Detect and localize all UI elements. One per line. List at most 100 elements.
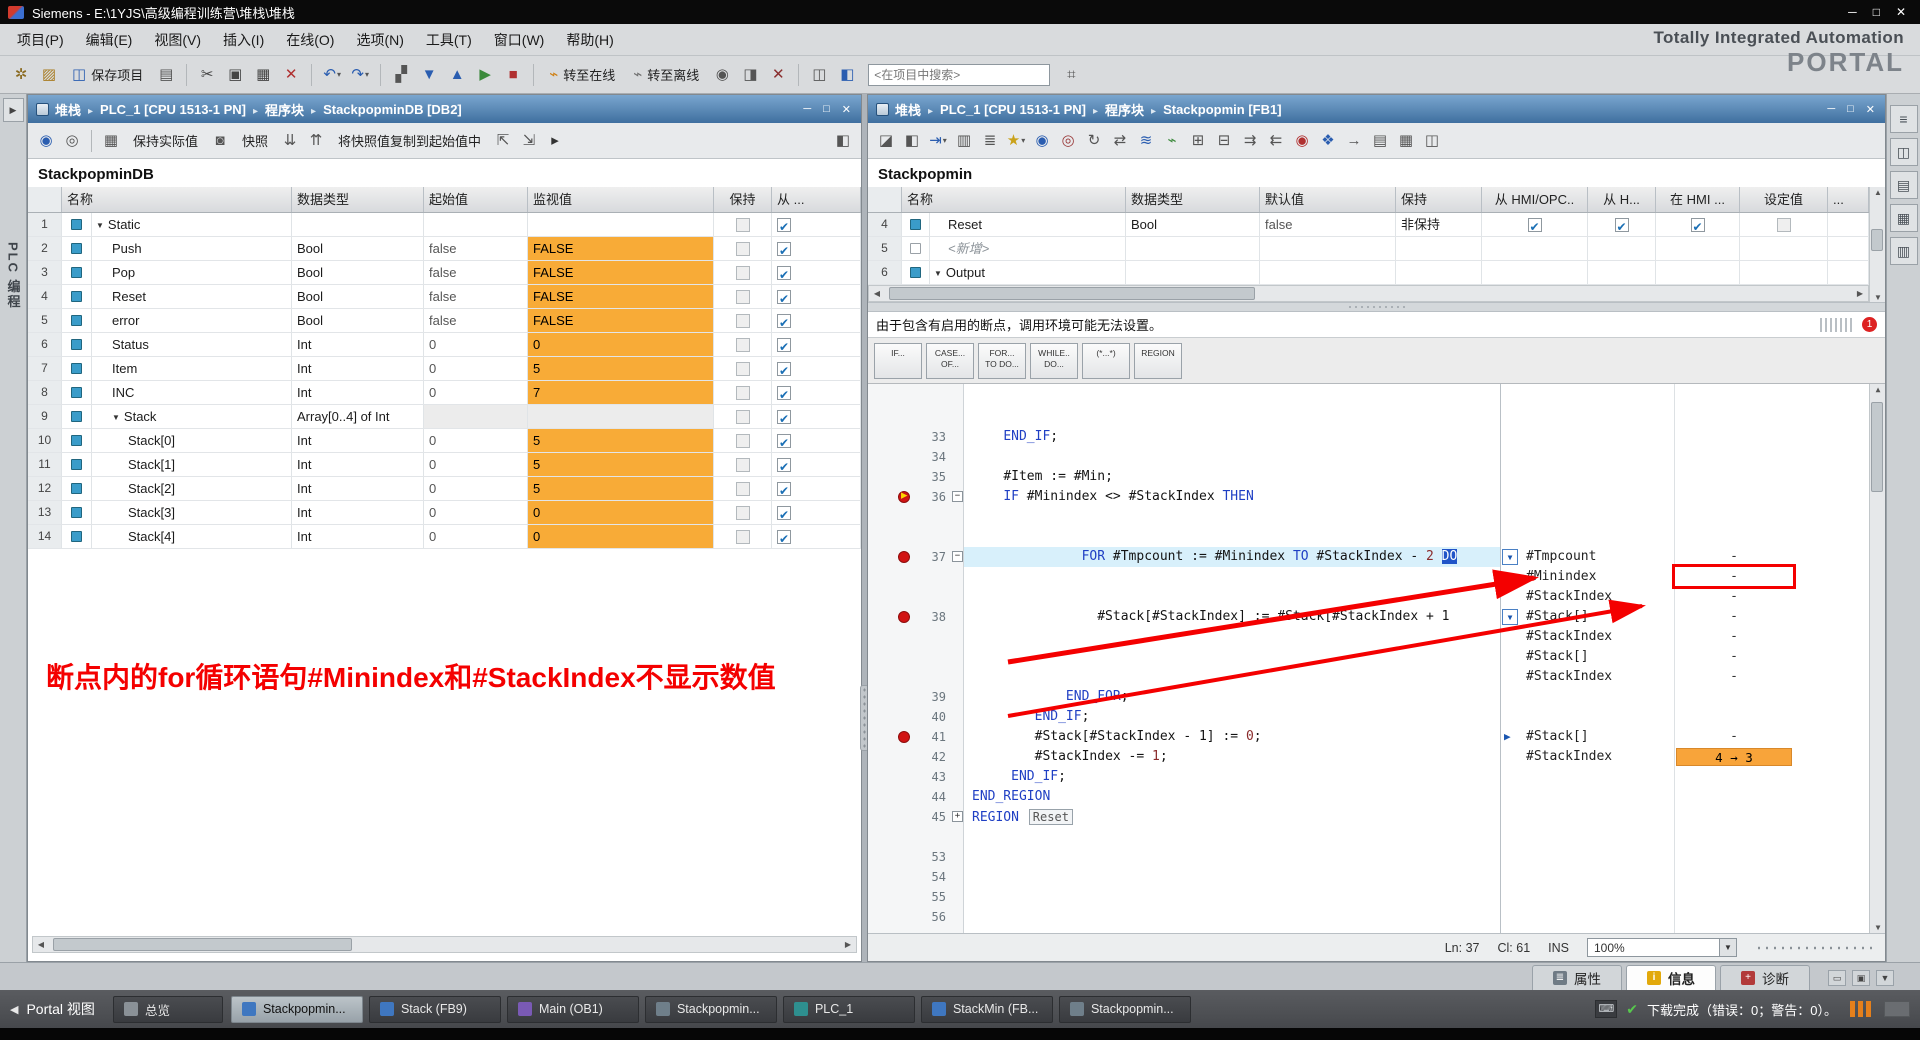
scrollbar-thumb[interactable] (1871, 402, 1883, 492)
retain-checkbox[interactable] (735, 361, 750, 376)
accessible-from-checkbox[interactable] (777, 384, 791, 404)
breadcrumb-item[interactable]: 堆栈 (55, 100, 81, 119)
retain-cell[interactable] (1396, 261, 1482, 284)
interface-code-splitter[interactable] (868, 302, 1885, 312)
tab-diagnostics[interactable]: + 诊断 (1720, 965, 1810, 990)
chevron-down-icon[interactable]: ▼ (1719, 939, 1736, 956)
project-search-input[interactable] (868, 63, 1051, 86)
table-row[interactable]: 4 Reset Bool false FALSE (28, 285, 861, 309)
retain-checkbox[interactable] (735, 265, 750, 280)
accessible-nodes-icon[interactable]: ⌗ (1058, 62, 1084, 88)
undo-icon[interactable]: ↶ ▾ (319, 62, 345, 88)
online-diagnostics-icon[interactable]: ◉ (709, 62, 735, 88)
retain-checkbox[interactable] (735, 217, 750, 232)
go-online-button[interactable]: ⌁ 转至在线 (541, 61, 623, 88)
interface-horizontal-scrollbar[interactable] (868, 285, 1869, 302)
expand-icon[interactable] (934, 261, 942, 284)
monitoring-on-icon[interactable]: ◉ (1030, 129, 1054, 153)
breadcrumb-item[interactable]: 堆栈 (895, 100, 921, 119)
retain-checkbox[interactable] (735, 337, 750, 352)
start-value-cell[interactable]: 0 (424, 453, 528, 476)
breadcrumb-item[interactable]: PLC_1 [CPU 1513-1 PN] (940, 102, 1086, 117)
favorites-icon[interactable]: ★ ▾ (1004, 129, 1028, 153)
collapse-all-icon[interactable]: ⊟ (1212, 129, 1236, 153)
accessible-from-checkbox[interactable] (777, 336, 791, 356)
monitoring-off-icon[interactable]: ◎ (1056, 129, 1080, 153)
inspector-collapse-icon[interactable]: ▼ (1876, 970, 1894, 986)
table-row[interactable]: 5 error Bool false FALSE (28, 309, 861, 333)
table-row[interactable]: 3 Pop Bool false FALSE (28, 261, 861, 285)
print-icon[interactable]: ▤ (153, 62, 179, 88)
table-row[interactable]: 11 Stack[1] Int 0 5 (28, 453, 861, 477)
retain-checkbox[interactable] (735, 241, 750, 256)
retain-checkbox[interactable] (735, 409, 750, 424)
keep-actual-values-icon[interactable]: ▦ (99, 129, 123, 153)
scroll-down-icon[interactable] (1870, 923, 1885, 932)
more-commands-icon[interactable]: ▸ (543, 129, 567, 153)
access-checkbox[interactable] (1690, 216, 1705, 236)
modify-value-dropdown-icon[interactable] (1502, 549, 1518, 565)
access-checkbox[interactable] (1614, 216, 1629, 236)
menu-item[interactable]: 工具(T) (415, 25, 483, 55)
start-value-cell[interactable]: 0 (424, 501, 528, 524)
table-row[interactable]: 13 Stack[3] Int 0 0 (28, 501, 861, 525)
simulation-icon[interactable]: ◨ (737, 62, 763, 88)
detail-view-icon[interactable]: ◧ (831, 129, 855, 153)
block-interface-icon[interactable]: ▤ (1368, 129, 1392, 153)
snippet-tab[interactable]: WHILE.. DO... (1030, 342, 1078, 379)
taskbar-editor-button[interactable]: Stackpopmin... (230, 995, 363, 1023)
scroll-right-icon[interactable] (840, 940, 856, 949)
tab-info[interactable]: i 信息 (1626, 965, 1716, 990)
snippet-tab[interactable]: IF... (874, 342, 922, 379)
menu-item[interactable]: 窗口(W) (483, 25, 556, 55)
taskbar-editor-button[interactable]: Stack (FB9) (368, 995, 501, 1023)
portal-view-button[interactable]: ◀ Portal 视图 (10, 999, 95, 1019)
modify-values-icon[interactable]: ◎ (60, 129, 84, 153)
copy-snapshots-to-start-button[interactable]: 将快照值复制到起始值中 (330, 127, 489, 154)
compile-icon[interactable]: ▞ (388, 62, 414, 88)
access-checkbox[interactable] (1527, 216, 1542, 236)
table-row[interactable]: 6 Output (868, 261, 1869, 285)
expand-project-tree-button[interactable]: ▶ (2, 98, 24, 122)
accessible-from-checkbox[interactable] (777, 360, 791, 380)
save-project-button[interactable]: ◫ 保存项目 (64, 61, 151, 88)
absolute-operands-icon[interactable]: ▥ (952, 129, 976, 153)
menu-item[interactable]: 选项(N) (345, 25, 414, 55)
menu-item[interactable]: 帮助(H) (555, 25, 624, 55)
table-row[interactable]: 6 Status Int 0 0 (28, 333, 861, 357)
breadcrumb-item[interactable]: StackpopminDB [DB2] (323, 102, 462, 117)
breakpoint-marker[interactable] (898, 731, 910, 743)
fold-toggle-icon[interactable]: + (952, 811, 963, 822)
load-start-values-icon[interactable]: ⇱ (491, 129, 515, 153)
accessible-from-checkbox[interactable] (777, 240, 791, 260)
retain-checkbox[interactable] (735, 481, 750, 496)
scroll-left-icon[interactable] (869, 289, 885, 298)
menu-item[interactable]: 在线(O) (275, 25, 345, 55)
redo-icon[interactable]: ↷ ▾ (347, 62, 373, 88)
scrollbar-thumb[interactable] (1871, 229, 1883, 251)
stop-cpu-icon[interactable]: ■ (500, 62, 526, 88)
inspector-restore-icon[interactable]: ▭ (1828, 970, 1846, 986)
sync-icon[interactable]: ≋ (1134, 129, 1158, 153)
table-row[interactable]: 4 Reset Bool false 非保持 (868, 213, 1869, 237)
accessible-from-checkbox[interactable] (777, 504, 791, 524)
retain-checkbox[interactable] (735, 505, 750, 520)
tasks-panel-icon[interactable]: ▦ (1889, 204, 1918, 232)
zoom-select[interactable]: 100% ▼ (1587, 938, 1737, 957)
table-row[interactable]: 12 Stack[2] Int 0 5 (28, 477, 861, 501)
swap-icon[interactable]: ⇄ (1108, 129, 1132, 153)
table-row[interactable]: 1 Static (28, 213, 861, 237)
monitor-values-icon[interactable]: ◉ (34, 129, 58, 153)
snippet-tab[interactable]: FOR... TO DO... (978, 342, 1026, 379)
breadcrumb-item[interactable]: Stackpopmin [FB1] (1163, 102, 1281, 117)
breadcrumb-item[interactable]: PLC_1 [CPU 1513-1 PN] (100, 102, 246, 117)
taskbar-editor-button[interactable]: Main (OB1) (506, 995, 639, 1023)
start-value-cell[interactable] (424, 405, 528, 428)
horizontal-split-icon[interactable]: ◫ (806, 62, 832, 88)
retain-checkbox[interactable] (735, 457, 750, 472)
overview-button[interactable]: 总览 (112, 995, 223, 1023)
update-icon[interactable]: ↻ (1082, 129, 1106, 153)
snapshot-button[interactable]: 快照 (234, 127, 276, 154)
retain-checkbox[interactable] (735, 529, 750, 544)
insert-network-icon[interactable]: ◪ (874, 129, 898, 153)
